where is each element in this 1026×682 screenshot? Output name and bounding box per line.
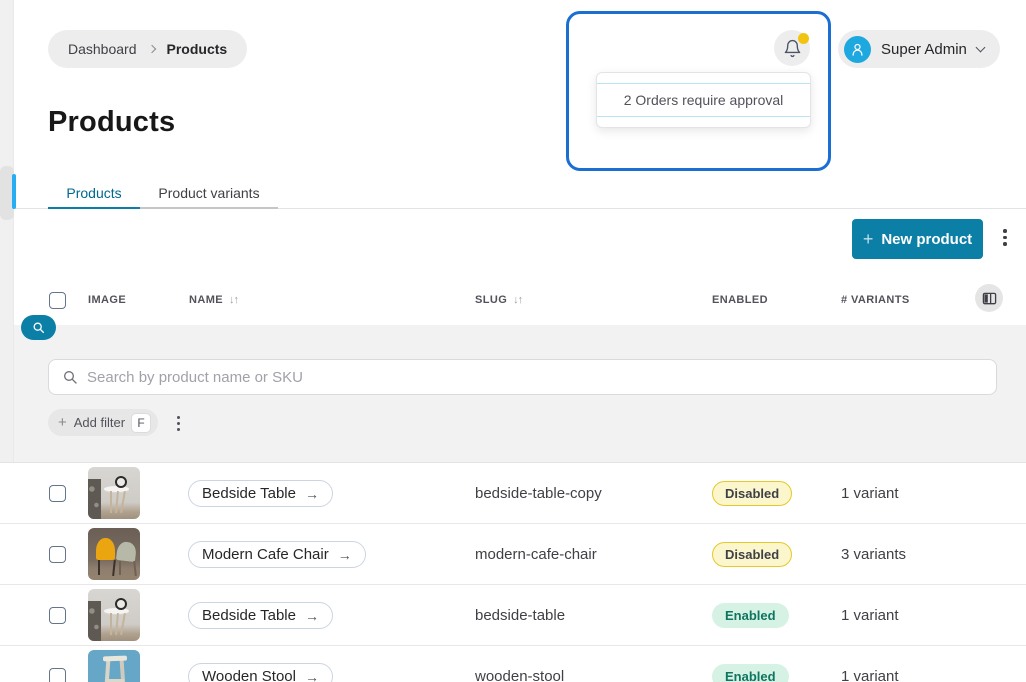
arrow-right-icon: → — [305, 608, 319, 624]
plus-icon: + — [863, 229, 874, 250]
column-header-enabled: ENABLED — [712, 294, 768, 306]
status-badge: Enabled — [712, 603, 789, 628]
chevron-down-icon — [975, 43, 985, 53]
row-checkbox[interactable] — [49, 485, 66, 502]
user-menu-button[interactable]: Super Admin — [838, 30, 1000, 68]
row-checkbox[interactable] — [49, 668, 66, 682]
search-filter-panel: + Add filter F — [14, 325, 1026, 462]
breadcrumb-link-dashboard[interactable]: Dashboard — [68, 41, 137, 57]
inactive-tab-underline — [140, 207, 278, 209]
row-checkbox[interactable] — [49, 546, 66, 563]
table-row: Wooden Stool → wooden-stool Enabled 1 va… — [0, 646, 1026, 682]
sort-icon: ↓↑ — [229, 294, 238, 306]
variant-count: 1 variant — [841, 668, 899, 682]
arrow-right-icon: → — [305, 486, 319, 502]
user-icon — [850, 42, 865, 57]
search-toggle-button[interactable] — [21, 315, 56, 340]
status-badge: Enabled — [712, 664, 789, 682]
tab-product-variants[interactable]: Product variants — [140, 178, 278, 208]
notification-item-orders-approval[interactable]: 2 Orders require approval — [597, 84, 810, 116]
search-box — [48, 359, 997, 395]
select-all-checkbox[interactable] — [49, 292, 66, 309]
search-input[interactable] — [87, 360, 996, 394]
keyboard-shortcut-badge: F — [132, 414, 150, 432]
user-name-label: Super Admin — [881, 41, 967, 58]
notifications-dropdown: 2 Orders require approval — [596, 72, 811, 128]
breadcrumb-separator-icon — [147, 45, 155, 53]
plus-icon: + — [58, 414, 67, 431]
variant-count: 1 variant — [841, 485, 899, 502]
table-body: Bedside Table → bedside-table-copy Disab… — [0, 462, 1026, 682]
table-options-menu-button[interactable] — [1003, 229, 1007, 246]
product-slug: bedside-table-copy — [475, 485, 602, 502]
product-thumbnail-bedside-table — [88, 467, 140, 519]
new-product-button[interactable]: + New product — [852, 219, 983, 259]
column-header-slug[interactable]: SLUG↓↑ — [475, 294, 522, 306]
table-row: Modern Cafe Chair → modern-cafe-chair Di… — [0, 524, 1026, 585]
add-filter-label: Add filter — [74, 415, 125, 430]
product-link-button[interactable]: Bedside Table → — [188, 602, 333, 629]
product-name: Modern Cafe Chair — [202, 546, 329, 563]
avatar — [844, 36, 871, 63]
product-name: Bedside Table — [202, 607, 296, 624]
product-link-button[interactable]: Modern Cafe Chair → — [188, 541, 366, 568]
column-header-name[interactable]: NAME↓↑ — [189, 294, 238, 306]
row-checkbox[interactable] — [49, 607, 66, 624]
arrow-right-icon: → — [305, 669, 319, 682]
collapsed-sidebar-edge — [0, 0, 14, 462]
active-tab-underline — [48, 207, 140, 209]
status-badge: Disabled — [712, 481, 792, 506]
product-thumbnail-wooden-stool — [88, 650, 140, 682]
variant-count: 3 variants — [841, 546, 906, 563]
product-link-button[interactable]: Bedside Table → — [188, 480, 333, 507]
filter-options-menu-button[interactable] — [177, 416, 180, 431]
column-header-variants: # VARIANTS — [841, 294, 910, 306]
column-settings-button[interactable] — [975, 284, 1003, 312]
arrow-right-icon: → — [338, 547, 352, 563]
product-name: Wooden Stool — [202, 668, 296, 682]
active-section-accent-bar — [12, 174, 16, 209]
tab-bar: Products Product variants — [14, 178, 1026, 209]
sort-icon: ↓↑ — [513, 294, 522, 306]
product-slug: wooden-stool — [475, 668, 564, 682]
notifications-button[interactable] — [774, 30, 810, 66]
breadcrumb: Dashboard Products — [48, 30, 247, 68]
status-badge: Disabled — [712, 542, 792, 567]
dropdown-footer-strip — [597, 116, 810, 127]
breadcrumb-current-products: Products — [167, 41, 228, 57]
product-slug: bedside-table — [475, 607, 565, 624]
new-product-label: New product — [881, 231, 972, 248]
table-header-row: IMAGE NAME↓↑ SLUG↓↑ ENABLED # VARIANTS — [14, 284, 1026, 325]
column-header-image: IMAGE — [88, 294, 126, 306]
search-icon — [62, 369, 78, 385]
product-name: Bedside Table — [202, 485, 296, 502]
table-row: Bedside Table → bedside-table Enabled 1 … — [0, 585, 1026, 646]
columns-icon — [982, 291, 997, 306]
search-icon — [32, 321, 45, 334]
products-admin-screen: Dashboard Products Super Admin 2 Orders … — [0, 0, 1026, 682]
product-thumbnail-bedside-table — [88, 589, 140, 641]
product-link-button[interactable]: Wooden Stool → — [188, 663, 333, 682]
product-slug: modern-cafe-chair — [475, 546, 597, 563]
notification-dot-badge — [798, 33, 809, 44]
product-thumbnail-modern-cafe-chair — [88, 528, 140, 580]
table-row: Bedside Table → bedside-table-copy Disab… — [0, 463, 1026, 524]
variant-count: 1 variant — [841, 607, 899, 624]
page-title: Products — [48, 106, 175, 139]
add-filter-button[interactable]: + Add filter F — [48, 409, 158, 436]
dropdown-header-strip — [597, 73, 810, 84]
tab-products[interactable]: Products — [48, 178, 140, 208]
